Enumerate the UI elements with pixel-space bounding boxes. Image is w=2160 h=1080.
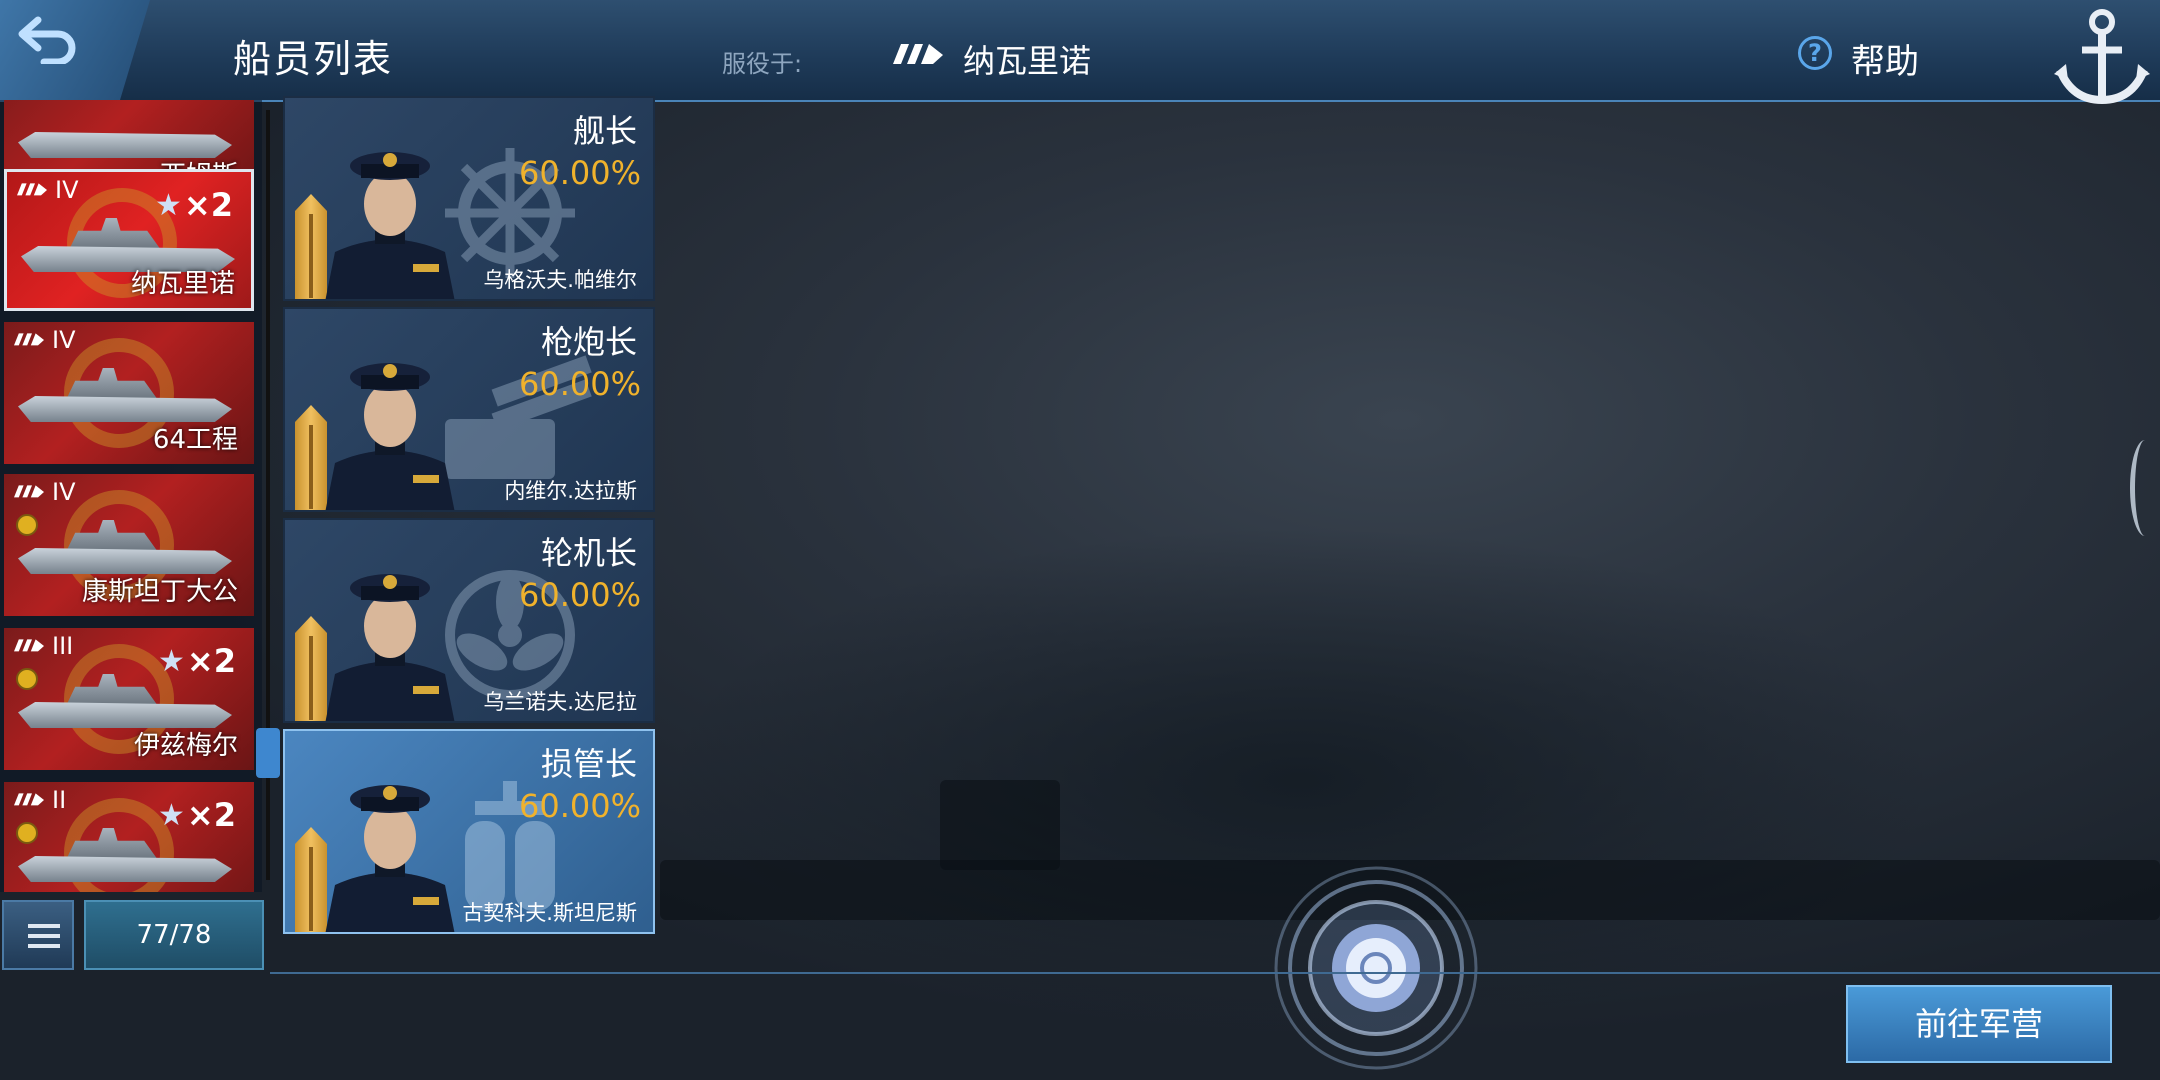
destroyer-class-icon xyxy=(893,44,943,64)
ship-tier: IV xyxy=(14,326,76,354)
list-icon xyxy=(28,924,60,928)
side-panel-handle[interactable] xyxy=(2130,440,2160,536)
ship-card-navarino[interactable]: IV ★ ×2 纳瓦里诺 xyxy=(4,169,254,311)
ship-name: 64工程 xyxy=(152,425,238,455)
crew-portrait xyxy=(325,152,455,299)
crew-name: 乌格沃夫.帕维尔 xyxy=(483,268,637,292)
go-to-barracks-button[interactable]: 前往军营 xyxy=(1846,985,2112,1063)
crew-role: 舰长 xyxy=(572,112,637,150)
bottom-divider xyxy=(270,972,2160,974)
ship-card-tier-2[interactable]: II ★ ×2 xyxy=(4,782,254,892)
crew-card-engineer[interactable]: 轮机长 60.00% 乌兰诺夫.达尼拉 xyxy=(283,518,655,723)
ship-tier: III xyxy=(14,632,73,660)
star-icon: ★ xyxy=(158,797,185,833)
premium-medal-icon xyxy=(16,668,38,690)
ship-count: 77/78 xyxy=(84,900,264,970)
ship-list-scroll-thumb[interactable] xyxy=(256,728,280,778)
crew-percent: 60.00% xyxy=(518,365,641,403)
page-title: 船员列表 xyxy=(233,37,394,81)
list-icon-line xyxy=(28,944,60,948)
back-arrow-icon xyxy=(18,16,76,64)
destroyer-class-icon xyxy=(14,485,44,498)
serving-ship-name: 纳瓦里诺 xyxy=(963,42,1092,80)
destroyer-class-icon xyxy=(14,333,44,346)
xp-bonus: ★ ×2 xyxy=(158,642,236,680)
ship-list[interactable]: 西姆斯 IV ★×2 纳瓦里诺 IV 64工程 IV 康斯坦丁大公 xyxy=(0,100,262,892)
ship-name: 康斯坦丁大公 xyxy=(81,577,238,607)
bonus-multiplier: ×2 xyxy=(183,186,233,224)
crew-portrait xyxy=(325,574,455,721)
destroyer-class-icon xyxy=(17,183,47,196)
serving-label: 服役于: xyxy=(722,50,803,78)
ship-card-grand-duke-konstantin[interactable]: IV 康斯坦丁大公 xyxy=(4,474,254,616)
tier-label: III xyxy=(52,632,74,660)
destroyer-class-icon xyxy=(14,793,44,806)
destroyer-class-icon xyxy=(14,639,44,652)
floating-assist-button[interactable] xyxy=(1266,858,1486,1078)
ship-tier: IV xyxy=(14,478,76,506)
crew-card-damage-control[interactable]: 损管长 60.00% 古契科夫.斯坦尼斯 xyxy=(283,729,655,934)
crew-portrait xyxy=(325,785,455,932)
list-view-button[interactable] xyxy=(2,900,74,970)
tier-label: IV xyxy=(52,326,76,354)
anchor-icon[interactable] xyxy=(2052,0,2152,108)
ship-name: 伊兹梅尔 xyxy=(133,731,238,761)
ship-card-project-64[interactable]: IV 64工程 xyxy=(4,322,254,464)
crew-name: 古契科夫.斯坦尼斯 xyxy=(462,901,637,925)
xp-bonus: ★ ×2 xyxy=(155,186,233,224)
crew-name: 乌兰诺夫.达尼拉 xyxy=(483,690,637,714)
crew-card-captain[interactable]: 舰长 60.00% 乌格沃夫.帕维尔 xyxy=(283,96,655,301)
crew-role: 枪炮长 xyxy=(540,323,637,361)
tier-label: IV xyxy=(55,176,79,204)
back-button[interactable] xyxy=(0,0,150,100)
rank-insignia xyxy=(295,616,327,721)
premium-medal-icon xyxy=(16,822,38,844)
rank-insignia xyxy=(295,194,327,299)
crew-role: 轮机长 xyxy=(540,534,637,572)
crew-role: 损管长 xyxy=(540,745,637,783)
premium-medal-icon xyxy=(16,514,38,536)
ship-image xyxy=(18,856,232,882)
xp-bonus: ★ ×2 xyxy=(158,796,236,834)
rank-insignia xyxy=(295,827,327,932)
crew-percent: 60.00% xyxy=(518,576,641,614)
bonus-multiplier: ×2 xyxy=(186,642,236,680)
top-bar: 船员列表 服役于: 纳瓦里诺 ? 帮助 xyxy=(0,0,2160,105)
ship-card-izmail[interactable]: III ★ ×2 伊兹梅尔 xyxy=(4,628,254,770)
crew-percent: 60.00% xyxy=(518,787,641,825)
crew-name: 内维尔.达拉斯 xyxy=(504,479,637,503)
ship-name: 纳瓦里诺 xyxy=(130,269,235,299)
rank-insignia xyxy=(295,405,327,510)
crew-portrait xyxy=(325,363,455,510)
star-icon: ★ xyxy=(158,643,185,679)
crew-card-gunnery[interactable]: 枪炮长 60.00% 内维尔.达拉斯 xyxy=(283,307,655,512)
help-icon[interactable]: ? xyxy=(1798,36,1832,70)
tier-label: IV xyxy=(52,478,76,506)
crew-percent: 60.00% xyxy=(518,154,641,192)
bonus-multiplier: ×2 xyxy=(186,796,236,834)
tier-label: II xyxy=(52,786,67,814)
background-ship-tower xyxy=(940,780,1060,870)
ship-tier: II xyxy=(14,786,66,814)
list-icon-line xyxy=(28,934,60,938)
star-icon: ★ xyxy=(155,187,182,223)
help-button[interactable]: 帮助 xyxy=(1851,34,1919,83)
ship-tier: IV xyxy=(17,176,79,204)
